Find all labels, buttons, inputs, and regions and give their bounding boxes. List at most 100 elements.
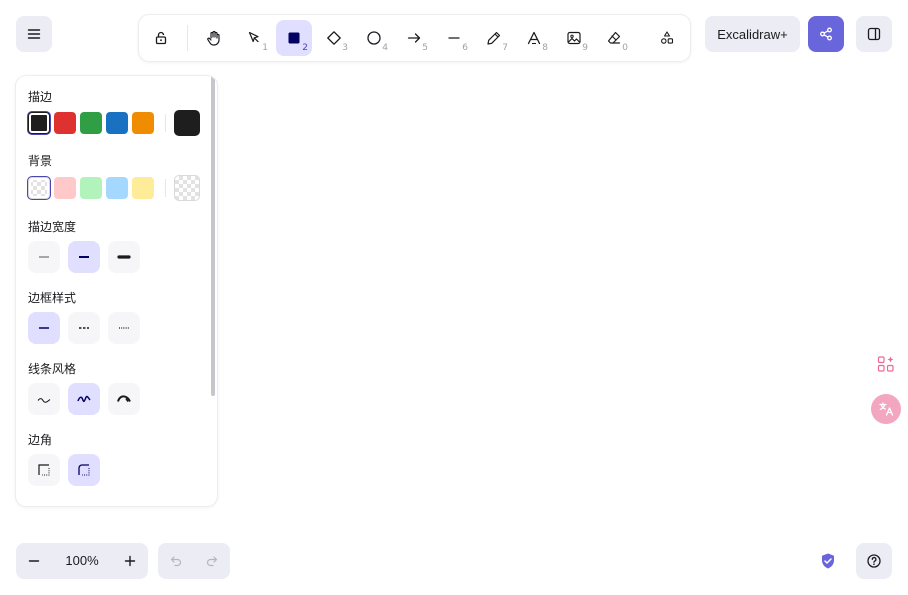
solid-line-icon <box>39 327 49 329</box>
tool-line[interactable]: 6 <box>436 20 472 56</box>
swatch-divider <box>165 179 166 197</box>
bg-swatch-blue[interactable] <box>106 177 128 199</box>
tool-draw[interactable]: 7 <box>476 20 512 56</box>
architect-icon <box>37 398 51 403</box>
tool-text[interactable]: 8 <box>516 20 552 56</box>
stroke-swatch-black[interactable] <box>28 112 50 134</box>
tool-shortcut: 7 <box>502 43 508 53</box>
rectangle-icon <box>288 32 300 44</box>
share-button[interactable] <box>808 16 844 52</box>
artist-icon <box>77 395 91 403</box>
tool-shortcut: 6 <box>462 43 468 53</box>
tool-arrow[interactable]: 5 <box>396 20 432 56</box>
tool-image[interactable]: 9 <box>556 20 592 56</box>
tool-diamond[interactable]: 3 <box>316 20 352 56</box>
tool-ellipse[interactable]: 4 <box>356 20 392 56</box>
tool-more-shapes[interactable] <box>649 20 685 56</box>
excalidraw-plus-button[interactable]: Excalidraw+ <box>705 16 800 52</box>
help-icon <box>867 554 881 568</box>
tool-shortcut: 0 <box>622 43 628 53</box>
background-title: 背景 <box>28 154 53 168</box>
pencil-icon <box>487 31 501 45</box>
bold-line-icon <box>79 256 89 258</box>
shapes-toolbar: 1 2 3 4 5 6 7 8 9 0 <box>139 15 690 61</box>
zoom-out-button[interactable] <box>16 543 52 579</box>
stroke-width-title: 描边宽度 <box>28 220 77 234</box>
encryption-indicator[interactable] <box>814 547 842 575</box>
stroke-style-dashed[interactable] <box>68 312 100 344</box>
shapes-icon <box>661 31 674 44</box>
undo-icon <box>170 556 182 567</box>
redo-button[interactable] <box>194 543 230 579</box>
stroke-style-title: 边框样式 <box>28 291 77 305</box>
stroke-swatch-orange[interactable] <box>132 112 154 134</box>
tool-eraser[interactable]: 0 <box>596 20 632 56</box>
undo-redo-controls <box>158 543 230 579</box>
sidebar-icon <box>867 27 881 41</box>
tool-rectangle[interactable]: 2 <box>276 20 312 56</box>
redo-icon <box>206 556 218 567</box>
sloppiness-artist[interactable] <box>68 383 100 415</box>
properties-panel: 描边 背景 描边宽度 边框样式 线条风格 边角 <box>16 76 217 506</box>
eraser-icon <box>607 31 621 44</box>
unlock-icon <box>155 31 167 45</box>
diamond-icon <box>327 31 341 45</box>
translate-button[interactable] <box>871 394 901 424</box>
dashed-line-icon <box>79 327 89 329</box>
apps-sparkle-icon <box>877 356 894 372</box>
tool-selection[interactable]: 1 <box>236 20 272 56</box>
bg-swatch-green[interactable] <box>80 177 102 199</box>
bg-current-color[interactable] <box>174 175 200 201</box>
ellipse-icon <box>367 31 381 45</box>
tool-shortcut: 3 <box>342 43 348 53</box>
stroke-width-thin[interactable] <box>28 241 60 273</box>
stroke-width-bold[interactable] <box>68 241 100 273</box>
hand-icon <box>207 30 220 46</box>
stroke-style-solid[interactable] <box>28 312 60 344</box>
tool-shortcut: 4 <box>382 43 388 53</box>
main-menu-button[interactable] <box>16 16 52 52</box>
text-icon <box>527 31 541 45</box>
stroke-swatch-red[interactable] <box>54 112 76 134</box>
image-icon <box>567 31 581 45</box>
zoom-controls: 100% <box>16 543 148 579</box>
pointer-icon <box>248 31 259 43</box>
tool-shortcut: 5 <box>422 43 428 53</box>
stroke-style-dotted[interactable] <box>108 312 140 344</box>
dotted-line-icon <box>119 327 129 329</box>
tool-hand[interactable] <box>196 20 232 56</box>
tool-shortcut: 8 <box>542 43 548 53</box>
help-button[interactable] <box>856 543 892 579</box>
stroke-current-color[interactable] <box>174 110 200 136</box>
ai-tools-button[interactable] <box>872 350 900 378</box>
sharp-corner-icon <box>38 464 50 476</box>
cartoonist-icon <box>117 395 131 403</box>
translate-icon <box>879 402 894 416</box>
stroke-swatch-green[interactable] <box>80 112 102 134</box>
edges-round[interactable] <box>68 454 100 486</box>
tool-lock[interactable] <box>143 20 179 56</box>
stroke-title: 描边 <box>28 90 53 104</box>
thin-line-icon <box>39 256 49 258</box>
bg-swatch-transparent[interactable] <box>28 177 50 199</box>
share-icon <box>820 27 832 41</box>
tool-shortcut: 9 <box>582 43 588 53</box>
undo-button[interactable] <box>158 543 194 579</box>
swatch-divider <box>165 114 166 132</box>
bg-swatch-red[interactable] <box>54 177 76 199</box>
sloppiness-architect[interactable] <box>28 383 60 415</box>
bg-swatch-yellow[interactable] <box>132 177 154 199</box>
hamburger-icon <box>27 29 41 39</box>
stroke-swatch-blue[interactable] <box>106 112 128 134</box>
stroke-width-extra-bold[interactable] <box>108 241 140 273</box>
panel-scrollbar[interactable] <box>211 76 215 396</box>
arrow-icon <box>407 33 421 43</box>
library-sidebar-button[interactable] <box>856 16 892 52</box>
zoom-reset-button[interactable]: 100% <box>52 543 112 579</box>
extra-bold-line-icon <box>117 255 131 259</box>
edges-sharp[interactable] <box>28 454 60 486</box>
zoom-in-button[interactable] <box>112 543 148 579</box>
round-corner-icon <box>78 464 90 476</box>
sloppiness-cartoonist[interactable] <box>108 383 140 415</box>
sloppiness-title: 线条风格 <box>28 362 77 376</box>
